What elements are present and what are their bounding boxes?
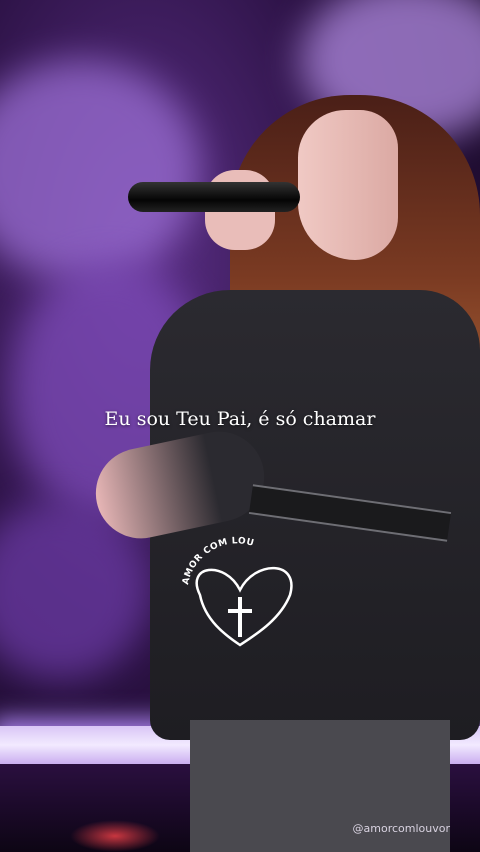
- stage-light-blob: [0, 60, 200, 280]
- svg-text:AMOR COM LOUVOR: AMOR COM LOUVOR: [176, 528, 255, 586]
- singer-face: [298, 110, 398, 260]
- heart-with-cross-icon: AMOR COM LOUVOR: [176, 528, 293, 647]
- channel-logo: AMOR COM LOUVOR: [176, 528, 305, 650]
- lyric-subtitle: Eu sou Teu Pai, é só chamar: [104, 408, 376, 430]
- stage-red-light: [70, 820, 160, 852]
- video-frame[interactable]: Eu sou Teu Pai, é só chamar AMOR COM LOU…: [0, 0, 480, 852]
- logo-text: AMOR COM LOUVOR: [176, 528, 255, 586]
- channel-watermark: @amorcomlouvor: [352, 822, 450, 835]
- microphone: [128, 182, 300, 212]
